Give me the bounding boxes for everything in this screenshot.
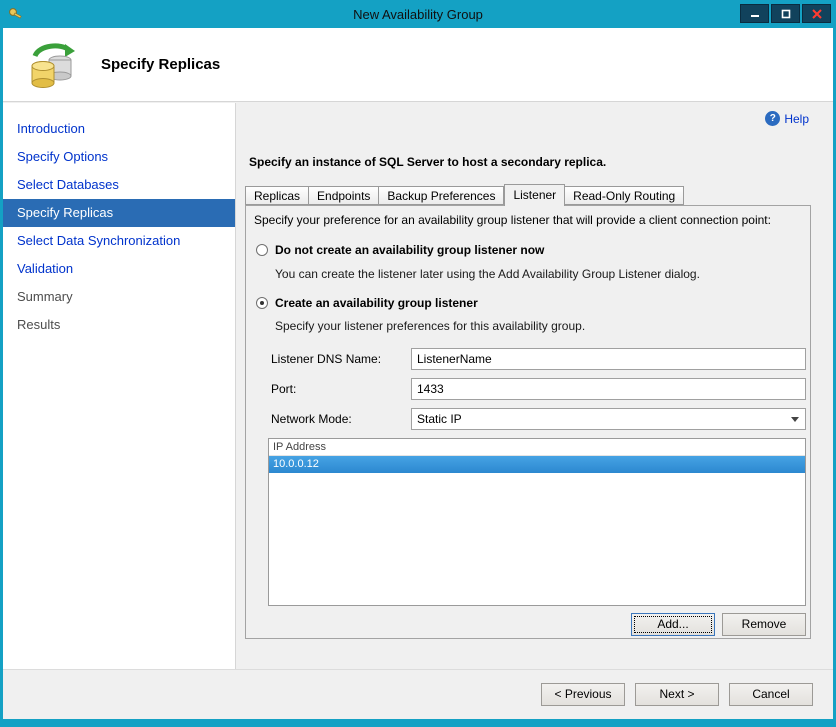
radio-create-listener-label: Create an availability group listener — [275, 296, 478, 310]
wizard-header: Specify Replicas — [3, 28, 833, 102]
dns-name-input[interactable] — [411, 348, 806, 370]
sidebar-item-specify-replicas[interactable]: Specify Replicas — [3, 199, 235, 227]
sidebar-item-results: Results — [17, 317, 61, 332]
cancel-button[interactable]: Cancel — [729, 683, 813, 706]
ip-address-column-header: IP Address — [269, 439, 805, 456]
help-link[interactable]: ? Help — [765, 111, 809, 126]
window-title: New Availability Group — [353, 6, 483, 22]
dns-name-label: Listener DNS Name: — [271, 352, 382, 366]
tab-backup-preferences[interactable]: Backup Preferences — [379, 186, 505, 205]
radio-no-listener-label: Do not create an availability group list… — [275, 243, 545, 257]
radio-no-listener-circle[interactable] — [256, 244, 268, 256]
availability-group-icon — [31, 43, 75, 88]
port-label: Port: — [271, 382, 297, 396]
dialog-body: Specify Replicas Introduction Specify Op… — [3, 28, 833, 719]
close-button[interactable] — [802, 4, 831, 23]
network-mode-value: Static IP — [417, 412, 462, 426]
tab-listener[interactable]: Listener — [504, 184, 566, 206]
sidebar-item-select-databases[interactable]: Select Databases — [3, 171, 235, 199]
remove-button[interactable]: Remove — [722, 613, 806, 636]
tab-read-only-routing[interactable]: Read-Only Routing — [565, 186, 685, 205]
radio-no-listener-desc: You can create the listener later using … — [275, 267, 700, 281]
new-availability-group-window: New Availability Group Specify Replicas … — [0, 0, 836, 727]
radio-no-listener[interactable]: Do not create an availability group list… — [256, 243, 544, 257]
main-pane: ? Help Specify an instance of SQL Server… — [237, 103, 833, 669]
page-title: Specify Replicas — [101, 56, 221, 73]
tab-endpoints[interactable]: Endpoints — [309, 186, 380, 205]
ip-address-grid: IP Address 10.0.0.12 — [268, 438, 806, 606]
sidebar-item-introduction[interactable]: Introduction — [3, 115, 235, 143]
next-button[interactable]: Next > — [635, 683, 719, 706]
tab-replicas[interactable]: Replicas — [245, 186, 310, 205]
port-input[interactable] — [411, 378, 806, 400]
instruction-text: Specify an instance of SQL Server to hos… — [249, 155, 607, 169]
help-icon: ? — [765, 111, 781, 126]
tab-strip: Replicas Endpoints Backup Preferences Li… — [245, 184, 685, 206]
preference-text: Specify your preference for an availabil… — [254, 213, 771, 227]
minimize-button[interactable] — [740, 4, 769, 23]
network-mode-label: Network Mode: — [271, 412, 352, 426]
ip-address-row[interactable]: 10.0.0.12 — [269, 456, 805, 473]
radio-create-listener-circle[interactable] — [256, 297, 268, 309]
network-mode-select[interactable]: Static IP — [411, 408, 806, 430]
add-button[interactable]: Add... — [631, 613, 715, 636]
wizard-footer: < Previous Next > Cancel — [3, 669, 833, 719]
listener-tab-panel: Specify your preference for an availabil… — [245, 205, 811, 639]
help-label: Help — [784, 111, 809, 126]
maximize-button[interactable] — [771, 4, 800, 23]
sidebar-item-validation[interactable]: Validation — [3, 255, 235, 283]
sidebar-item-specify-options[interactable]: Specify Options — [3, 143, 235, 171]
content-area: Introduction Specify Options Select Data… — [3, 103, 833, 669]
sidebar-item-summary: Summary — [17, 289, 73, 304]
radio-create-listener-desc: Specify your listener preferences for th… — [275, 319, 586, 333]
sidebar-item-select-data-sync[interactable]: Select Data Synchronization — [3, 227, 235, 255]
radio-create-listener[interactable]: Create an availability group listener — [256, 296, 478, 310]
title-bar: New Availability Group — [0, 0, 836, 28]
chevron-down-icon — [791, 417, 799, 422]
previous-button[interactable]: < Previous — [541, 683, 625, 706]
wizard-steps-sidebar: Introduction Specify Options Select Data… — [3, 103, 236, 669]
